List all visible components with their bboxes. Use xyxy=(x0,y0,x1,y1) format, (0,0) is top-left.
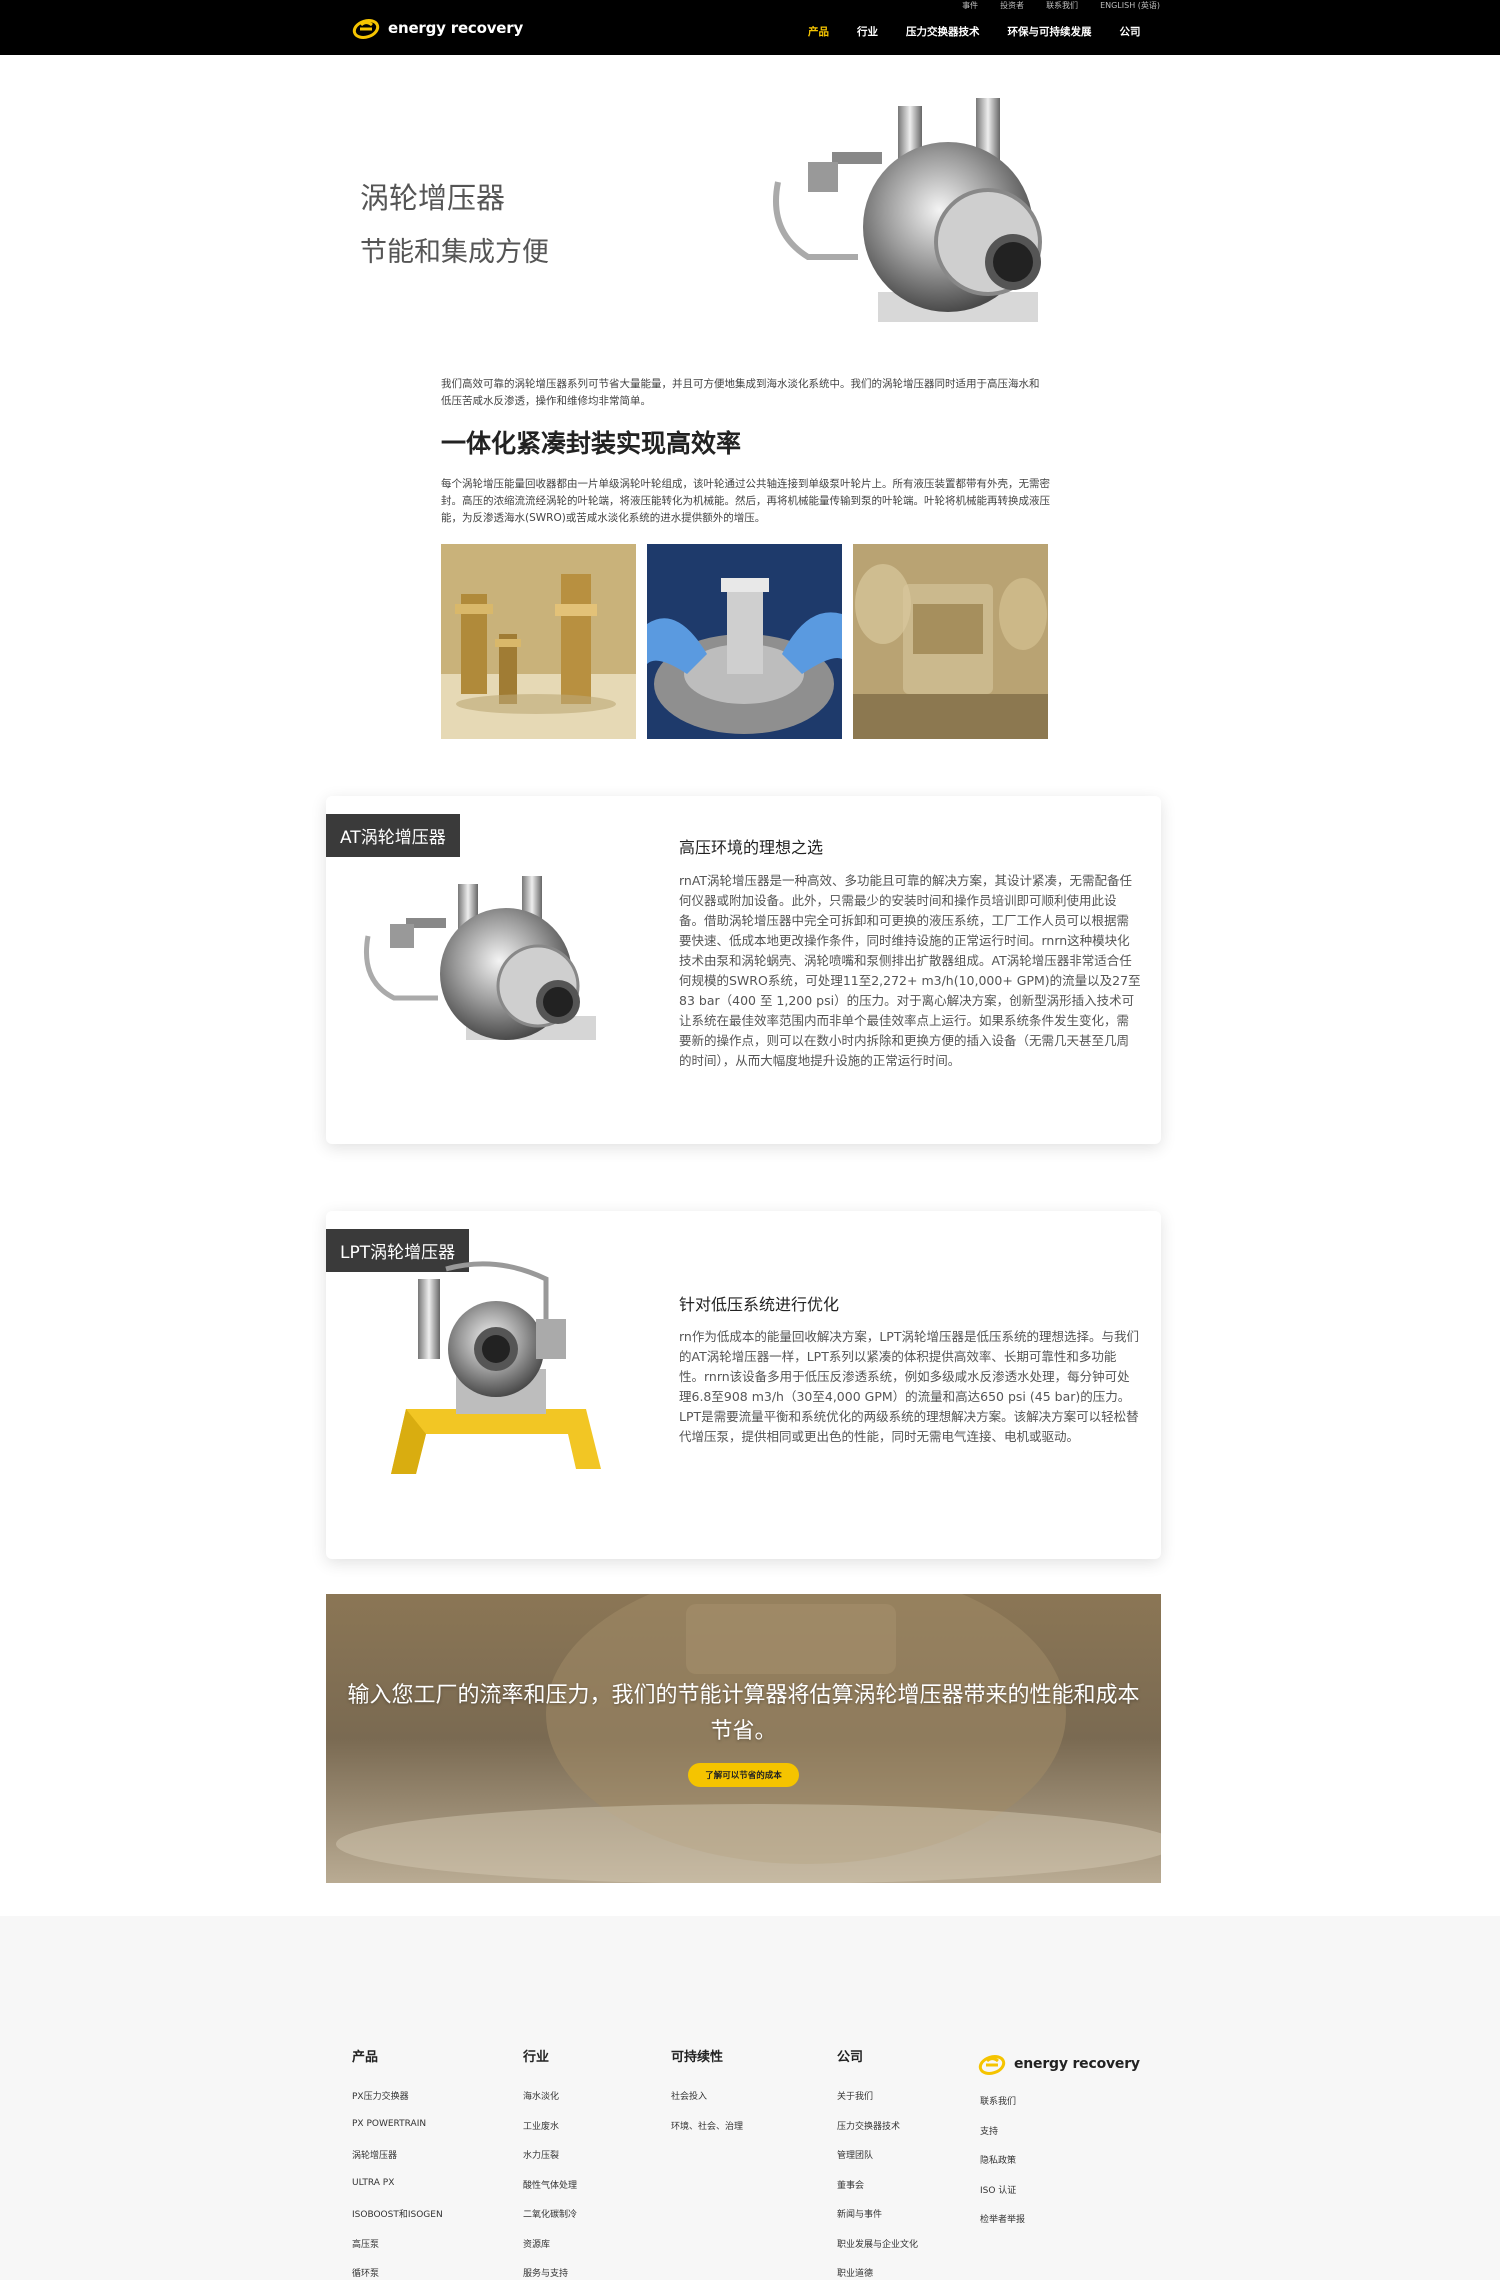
footer-link[interactable]: 董事会 xyxy=(837,2178,918,2208)
footer-column-sustainability: 可持续性 社会投入 环境、社会、治理 xyxy=(671,2046,743,2148)
footer-link[interactable]: 环境、社会、治理 xyxy=(671,2119,743,2149)
page-title: 涡轮增压器 xyxy=(360,181,506,215)
footer-link[interactable]: ULTRA PX xyxy=(352,2178,443,2208)
footer-link[interactable]: 海水淡化 xyxy=(523,2089,577,2119)
product-card-lpt: LPT涡轮增压器 针对低压系统进行优化 rn作为低成本的能量回收解决方案，LPT… xyxy=(326,1211,1161,1559)
gallery-image-technician[interactable] xyxy=(647,544,842,739)
footer-column-title: 公司 xyxy=(837,2050,864,2065)
utility-link-contact[interactable]: 联系我们 xyxy=(1046,0,1078,12)
footer-link[interactable]: 社会投入 xyxy=(671,2089,743,2119)
at-turbocharger-image xyxy=(364,876,596,1040)
footer-link[interactable]: 二氧化碳制冷 xyxy=(523,2207,577,2237)
footer-link[interactable]: PX压力交换器 xyxy=(352,2089,443,2119)
nav-item-sustainability[interactable]: 环保与可持续发展 xyxy=(1008,24,1092,39)
logo-text: energy recovery xyxy=(1014,2056,1140,2072)
gallery-image-brass-parts[interactable] xyxy=(441,544,636,739)
gallery-image-part-numbers[interactable] xyxy=(853,544,1048,739)
footer-column-title: 产品 xyxy=(352,2050,379,2065)
footer-column-title: 可持续性 xyxy=(671,2050,724,2065)
nav-item-products[interactable]: 产品 xyxy=(808,24,829,39)
footer-link[interactable]: 水力压裂 xyxy=(523,2148,577,2178)
footer-logo[interactable]: energy recovery xyxy=(978,2052,1140,2076)
utility-links: 事件 投资者 联系我们 ENGLISH (英语) xyxy=(962,0,1160,12)
banner-text: 输入您工厂的流率和压力，我们的节能计算器将估算涡轮增压器带来的性能和成本节省。 xyxy=(347,1683,1140,1744)
turbocharger-hero-image xyxy=(773,98,1042,322)
footer-link[interactable]: ISOBOOST和ISOGEN xyxy=(352,2207,443,2237)
footer-utility-links: 联系我们 支持 隐私政策 ISO 认证 检举者举报 xyxy=(980,2094,1025,2242)
site-footer: 产品 PX压力交换器 PX POWERTRAIN 涡轮增压器 ULTRA PX … xyxy=(0,1916,1500,2280)
product-card-at: AT涡轮增压器 高压环境的理想之选 rnAT涡轮增压器是一种高效、多功能且可靠的… xyxy=(326,796,1161,1144)
footer-column-industries: 行业 海水淡化 工业废水 水力压裂 酸性气体处理 二氧化碳制冷 资源库 服务与支… xyxy=(523,2046,577,2296)
footer-link[interactable]: 高压泵 xyxy=(352,2237,443,2267)
utility-link-language[interactable]: ENGLISH (英语) xyxy=(1100,0,1160,12)
logo-text: energy recovery xyxy=(388,19,524,37)
footer-link[interactable]: 服务与支持 xyxy=(523,2266,577,2296)
footer-link[interactable]: 检举者举报 xyxy=(980,2212,1025,2242)
footer-column-company: 公司 关于我们 压力交换器技术 管理团队 董事会 新闻与事件 职业发展与企业文化… xyxy=(837,2046,918,2296)
savings-calculator-banner: 输入您工厂的流率和压力，我们的节能计算器将估算涡轮增压器带来的性能和成本节省。 … xyxy=(326,1594,1161,1883)
footer-link[interactable]: 隐私政策 xyxy=(980,2153,1025,2183)
nav-item-industries[interactable]: 行业 xyxy=(857,24,878,39)
card-body: rnAT涡轮增压器是一种高效、多功能且可靠的解决方案，其设计紧凑，无需配备任何仪… xyxy=(679,873,1141,1068)
page-subtitle: 节能和集成方便 xyxy=(360,237,549,268)
footer-link[interactable]: 关于我们 xyxy=(837,2089,918,2119)
footer-link[interactable]: 酸性气体处理 xyxy=(523,2178,577,2208)
footer-link[interactable]: 支持 xyxy=(980,2124,1025,2154)
intro-paragraph: 我们高效可靠的涡轮增压器系列可节省大量能量，并且可方便地集成到海水淡化系统中。我… xyxy=(441,378,1040,407)
nav-item-px-technology[interactable]: 压力交换器技术 xyxy=(906,24,980,39)
nav-item-company[interactable]: 公司 xyxy=(1120,24,1141,39)
card-heading: 高压环境的理想之选 xyxy=(679,838,824,857)
footer-link[interactable]: 压力交换器技术 xyxy=(837,2119,918,2149)
footer-link[interactable]: 循环泵 xyxy=(352,2266,443,2296)
footer-link[interactable]: 职业发展与企业文化 xyxy=(837,2237,918,2267)
section-heading: 一体化紧凑封装实现高效率 xyxy=(441,429,742,458)
site-logo[interactable]: energy recovery xyxy=(352,16,523,40)
footer-link[interactable]: ISO 认证 xyxy=(980,2183,1025,2213)
footer-link[interactable]: 涡轮增压器 xyxy=(352,2148,443,2178)
footer-link[interactable]: 联系我们 xyxy=(980,2094,1025,2124)
footer-column-products: 产品 PX压力交换器 PX POWERTRAIN 涡轮增压器 ULTRA PX … xyxy=(352,2046,443,2296)
card-tag: AT涡轮增压器 xyxy=(326,814,460,857)
footer-link[interactable]: 资源库 xyxy=(523,2237,577,2267)
card-heading: 针对低压系统进行优化 xyxy=(679,1295,840,1314)
top-navigation-bar: 事件 投资者 联系我们 ENGLISH (英语) energy recovery… xyxy=(0,0,1500,55)
footer-link[interactable]: 新闻与事件 xyxy=(837,2207,918,2237)
product-gallery xyxy=(441,544,1048,739)
section-paragraph: 每个涡轮增压能量回收器都由一片单级涡轮叶轮组成，该叶轮通过公共轴连接到单级泵叶轮… xyxy=(441,478,1050,524)
main-nav: 产品 行业 压力交换器技术 环保与可持续发展 公司 xyxy=(808,24,1169,39)
footer-link[interactable]: 管理团队 xyxy=(837,2148,918,2178)
footer-link[interactable]: PX POWERTRAIN xyxy=(352,2119,443,2149)
card-body: rn作为低成本的能量回收解决方案，LPT涡轮增压器是低压系统的理想选择。与我们的… xyxy=(679,1329,1139,1444)
footer-link[interactable]: 职业道德 xyxy=(837,2266,918,2296)
utility-link-events[interactable]: 事件 xyxy=(962,0,978,12)
logo-icon xyxy=(978,2055,1006,2075)
utility-link-investors[interactable]: 投资者 xyxy=(1000,0,1024,12)
lpt-turbocharger-image xyxy=(391,1261,601,1474)
footer-link[interactable]: 工业废水 xyxy=(523,2119,577,2149)
logo-icon xyxy=(352,19,380,39)
learn-savings-button[interactable]: 了解可以节省的成本 xyxy=(688,1763,799,1787)
footer-column-title: 行业 xyxy=(523,2050,550,2065)
